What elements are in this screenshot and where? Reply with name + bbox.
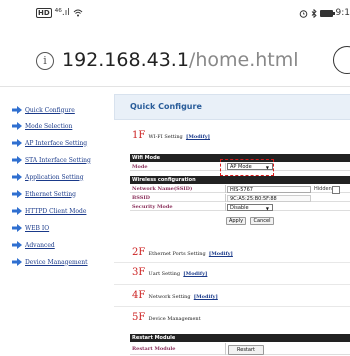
arrow-right-icon xyxy=(12,106,22,114)
arrow-right-icon xyxy=(12,241,22,249)
page-title: Quick Configure xyxy=(130,102,202,111)
bluetooth-icon xyxy=(311,8,317,18)
section-device-management: 5F Device Management xyxy=(132,312,201,323)
sidebar-item-sta-interface[interactable]: STA Interface Setting xyxy=(12,156,91,164)
info-icon[interactable]: i xyxy=(36,52,54,70)
apply-button[interactable]: Apply xyxy=(226,217,246,225)
column-divider xyxy=(225,194,226,202)
page-top-divider xyxy=(0,86,350,87)
url-text[interactable]: 192.168.43.1/home.html xyxy=(62,49,299,71)
sidebar-item-httpd-client[interactable]: HTTPD Client Mode xyxy=(12,207,86,215)
restart-button[interactable]: Restart xyxy=(228,345,264,355)
modify-link[interactable]: [Modify] xyxy=(183,271,207,277)
section-ethernet-ports: 2F Ethernet Ports Setting [Modify] xyxy=(132,247,233,258)
section-number: 1F xyxy=(132,130,146,141)
sidebar-item-label: Application Setting xyxy=(25,173,84,181)
wireless-config-header: Wireless configuration xyxy=(130,176,350,184)
security-select[interactable]: Disable xyxy=(227,204,273,212)
battery-icon xyxy=(319,9,335,17)
sidebar-item-label: Device Management xyxy=(25,258,88,266)
alarm-icon xyxy=(299,9,307,18)
sidebar-item-label: STA Interface Setting xyxy=(25,156,91,164)
section-number: 5F xyxy=(132,312,146,323)
modify-link[interactable]: [Modify] xyxy=(194,294,218,300)
wifi-icon xyxy=(73,9,83,17)
section-label: Network Setting xyxy=(148,294,191,300)
mode-highlight-box xyxy=(220,159,274,176)
arrow-right-icon xyxy=(12,224,22,232)
section-wifi-setting: 1F WI-FI Setting [Modify] xyxy=(132,130,210,141)
clock-time: 9:1 xyxy=(335,8,350,18)
section-number: 3F xyxy=(132,267,146,278)
sidebar-item-advanced[interactable]: Advanced xyxy=(12,241,55,249)
arrow-right-icon xyxy=(12,258,22,266)
sidebar-item-label: AP Interface Setting xyxy=(25,139,88,147)
section-number: 2F xyxy=(132,247,146,258)
arrow-right-icon xyxy=(12,156,22,164)
column-divider xyxy=(225,185,226,193)
section-divider xyxy=(114,284,350,285)
arrow-right-icon xyxy=(12,122,22,130)
sidebar-item-application[interactable]: Application Setting xyxy=(12,173,84,181)
modify-link[interactable]: [Modify] xyxy=(209,251,233,257)
column-divider xyxy=(225,203,226,211)
bssid-field: 9C:A5:25:B0:5F:88 xyxy=(227,195,311,202)
sidebar-item-ethernet[interactable]: Ethernet Setting xyxy=(12,190,76,198)
section-divider xyxy=(114,306,350,307)
sidebar-item-web-io[interactable]: WEB IO xyxy=(12,224,49,232)
hidden-checkbox[interactable] xyxy=(332,186,340,194)
ssid-input[interactable]: HIS-5767 xyxy=(227,186,311,193)
sidebar-item-label: Advanced xyxy=(25,241,55,249)
sidebar-item-ap-interface[interactable]: AP Interface Setting xyxy=(12,139,87,147)
arrow-right-icon xyxy=(12,173,22,181)
section-label: Ethernet Ports Setting xyxy=(148,251,206,257)
section-label: WI-FI Setting xyxy=(148,134,183,140)
sidebar-item-device-management[interactable]: Device Management xyxy=(12,258,88,266)
sidebar: Quick Configure Mode Selection AP Interf… xyxy=(0,92,104,356)
cellular-signal-icon: ⁴⁶.ıl xyxy=(54,8,70,18)
section-uart: 3F Uart Setting [Modify] xyxy=(132,267,207,278)
section-label: Uart Setting xyxy=(148,271,181,277)
section-label: Device Management xyxy=(148,316,201,322)
sidebar-item-mode-selection[interactable]: Mode Selection xyxy=(12,122,72,130)
url-path: /home.html xyxy=(188,49,299,71)
sidebar-item-quick-configure[interactable]: Quick Configure xyxy=(12,106,75,114)
modify-link[interactable]: [Modify] xyxy=(186,134,210,140)
sidebar-item-label: Mode Selection xyxy=(25,122,73,130)
arrow-right-icon xyxy=(12,139,22,147)
bssid-label: BSSID xyxy=(132,195,151,201)
arrow-right-icon xyxy=(12,190,22,198)
status-bar-right: 9:1 xyxy=(299,8,350,18)
mode-label: Mode xyxy=(132,164,148,170)
arrow-right-icon xyxy=(12,207,22,215)
hd-icon: HD xyxy=(36,8,52,18)
cancel-button[interactable]: Cancel xyxy=(250,217,274,225)
restart-module-header: Restart Module xyxy=(130,334,350,342)
restart-label: Restart Module xyxy=(132,346,176,352)
hidden-label: Hidden xyxy=(314,186,332,192)
section-network: 4F Network Setting [Modify] xyxy=(132,290,218,301)
column-divider xyxy=(225,343,226,355)
status-bar-left: HD ⁴⁶.ıl xyxy=(36,8,83,18)
security-label: Security Mode xyxy=(132,204,173,210)
sidebar-item-label: Ethernet Setting xyxy=(25,190,76,198)
sidebar-item-label: WEB IO xyxy=(25,224,50,232)
sidebar-item-label: Quick Configure xyxy=(25,106,75,114)
ssid-label: Network Name(SSID) xyxy=(132,186,193,192)
section-number: 4F xyxy=(132,290,146,301)
sidebar-item-label: HTTPD Client Mode xyxy=(25,207,87,215)
section-divider xyxy=(114,262,350,263)
url-host: 192.168.43.1 xyxy=(62,49,189,71)
